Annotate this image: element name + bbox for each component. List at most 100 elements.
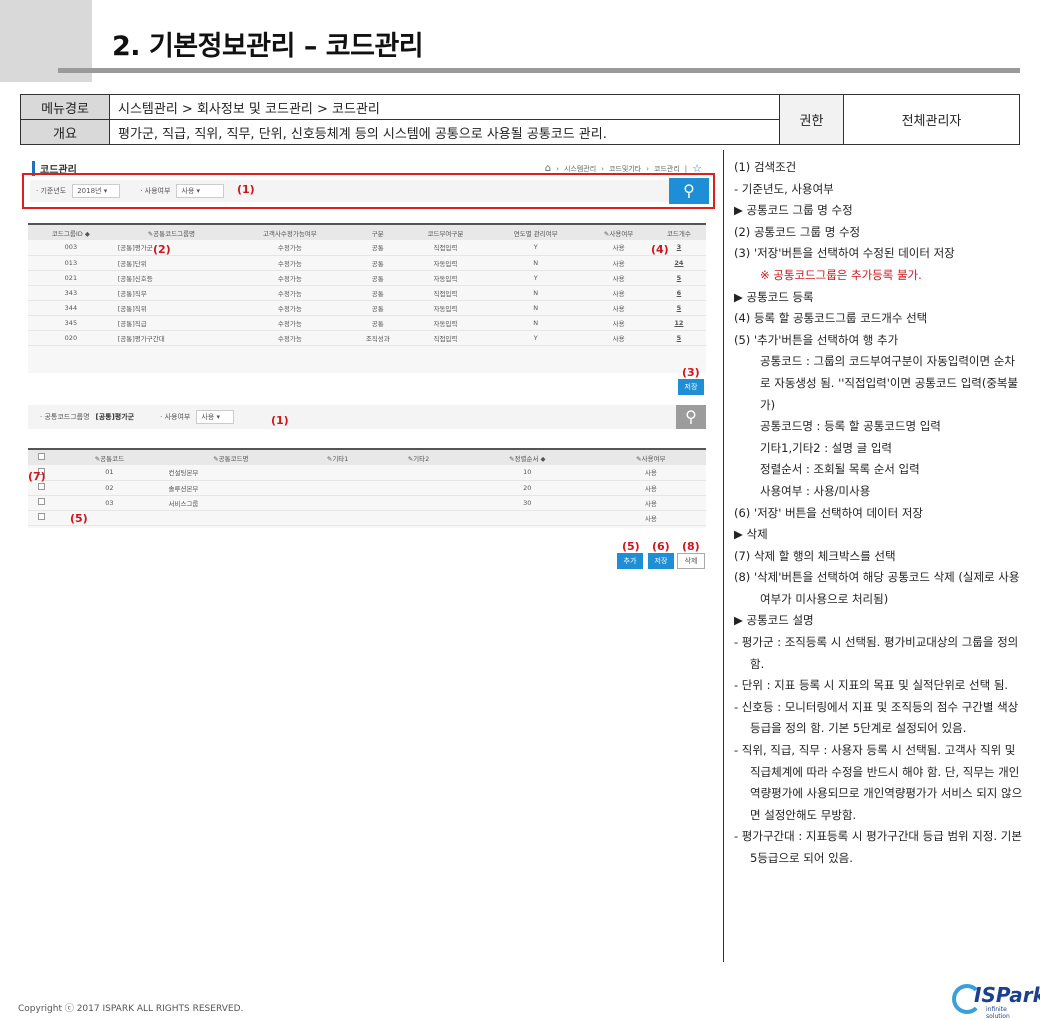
grid-header[interactable]: ✎공통코드그룹명: [113, 223, 229, 240]
divider-line: [723, 150, 724, 962]
table-cell: 사용: [585, 240, 652, 256]
table-row[interactable]: 013 [공통]단위 수정가능 공통 자동입력 N 사용 24: [28, 255, 706, 271]
table-cell: 컨설팅본부: [164, 465, 298, 481]
table-cell: 공통: [350, 315, 405, 331]
table-cell[interactable]: 5: [651, 330, 706, 346]
table-cell: N: [486, 300, 586, 316]
grid-header[interactable]: 코드그룹ID ◆: [28, 223, 114, 240]
note-line: (1) 검색조건: [734, 160, 797, 174]
table-cell: [공통]직무: [113, 285, 229, 301]
table-cell: [297, 495, 379, 511]
table-cell: 공통: [350, 300, 405, 316]
table-cell: 사용: [585, 315, 652, 331]
grid-header[interactable]: ✎정렬순서 ◆: [458, 448, 596, 465]
table-cell: [297, 465, 379, 481]
table-cell: [공통]평가군: [113, 240, 229, 256]
table-cell: 345: [28, 315, 114, 331]
table-cell: 직접입력: [404, 240, 487, 256]
grid-header[interactable]: 구분: [350, 223, 405, 240]
note-line: ▶ 공통코드 설명: [734, 613, 814, 628]
code-management-screenshot: 코드관리 ⌂ › 시스템관리 › 코드및기타 › 코드관리 | ☆ · 기준년도…: [20, 153, 718, 573]
table-cell[interactable]: 24: [651, 255, 706, 271]
row-checkbox[interactable]: [37, 483, 45, 490]
table-row[interactable]: 020 [공통]평가구간대 수정가능 조직성과 직접입력 Y 사용 5: [28, 330, 706, 346]
grid-header[interactable]: ✎기타2: [378, 448, 459, 465]
table-row[interactable]: 345 [공통]직급 수정가능 공통 자동입력 N 사용 12: [28, 315, 706, 331]
table-cell: 사용: [595, 495, 706, 511]
use-select[interactable]: 사용 ▾: [176, 184, 225, 198]
grid-header[interactable]: 코드부여구분: [404, 223, 487, 240]
table-cell: 수정가능: [228, 255, 351, 271]
callout-3: (3): [682, 366, 700, 379]
grid-header[interactable]: ✎기타1: [297, 448, 379, 465]
table-cell: [378, 480, 459, 496]
table-cell[interactable]: 5: [651, 300, 706, 316]
group-name-value: [공통]평가군: [95, 413, 135, 421]
search-bar: · 기준년도 2018년 ▾ · 사용여부 사용 ▾: [30, 180, 702, 202]
group-save-button[interactable]: 저장: [678, 379, 704, 395]
table-cell: 013: [28, 255, 114, 271]
copyright: Copyright ⓒ 2017 ISPARK ALL RIGHTS RESER…: [18, 1004, 244, 1014]
table-cell: [297, 480, 379, 496]
table-cell: Y: [486, 330, 586, 346]
note-line: (5) '추가'버튼을 선택하여 행 추가: [734, 332, 899, 347]
table-cell: 수정가능: [228, 285, 351, 301]
table-cell: [297, 510, 379, 526]
grid-header[interactable]: 연도별 관리여부: [486, 223, 586, 240]
code-search-button[interactable]: ⚲: [676, 405, 706, 429]
search-conditions-highlight: · 기준년도 2018년 ▾ · 사용여부 사용 ▾ ⚲: [22, 173, 715, 209]
note-line: - 기준년도, 사용여부: [734, 181, 834, 196]
code-save-button[interactable]: 저장: [648, 553, 674, 569]
year-select[interactable]: 2018년 ▾: [72, 184, 121, 198]
note-line: 공통코드명 : 등록 할 공통코드명 입력: [760, 419, 941, 434]
table-row[interactable]: 003 [공통]평가군 수정가능 공통 직접입력 Y 사용 3: [28, 240, 706, 256]
add-row-button[interactable]: 추가: [617, 553, 643, 569]
overview-value: 평가군, 직급, 직위, 직무, 단위, 신호등체계 등의 시스템에 공통으로 …: [109, 119, 780, 145]
delete-button[interactable]: 삭제: [677, 553, 705, 569]
grid-header[interactable]: ✎공통코드: [54, 448, 165, 465]
table-row[interactable]: 01 컨설팅본부 10 사용: [28, 465, 706, 481]
search-icon: ⚲: [683, 181, 695, 200]
grid-header[interactable]: ✎사용여부: [595, 448, 706, 465]
ispark-logo: ISPark infinite solution: [950, 982, 1040, 1020]
table-row[interactable]: 02 솔루션본부 20 사용: [28, 480, 706, 496]
search-button[interactable]: ⚲: [669, 178, 709, 204]
grid-header[interactable]: 코드개수: [651, 223, 706, 240]
note-line: - 신호등 : 모니터링에서 지표 및 조직등의 점수 구간별 색상등급을 정의…: [734, 699, 1019, 736]
row-checkbox[interactable]: [37, 513, 45, 520]
row-checkbox[interactable]: [37, 498, 45, 505]
use-select-2[interactable]: 사용 ▾: [196, 410, 235, 424]
note-line: 사용여부 : 사용/미사용: [760, 483, 871, 498]
table-row[interactable]: 03 서비스그룹 30 사용: [28, 495, 706, 511]
table-row[interactable]: 사용: [28, 510, 706, 526]
note-line: (6) '저장' 버튼을 선택하여 데이터 저장: [734, 505, 924, 520]
grid-header[interactable]: [28, 448, 55, 465]
table-row[interactable]: 343 [공통]직무 수정가능 공통 직접입력 N 사용 6: [28, 285, 706, 301]
table-cell: 수정가능: [228, 315, 351, 331]
overview-label: 개요: [20, 119, 110, 145]
grid-header[interactable]: ✎공통코드명: [164, 448, 298, 465]
table-cell: 솔루션본부: [164, 480, 298, 496]
table-row[interactable]: 344 [공통]직위 수정가능 공통 자동입력 N 사용 5: [28, 300, 706, 316]
callout-5a: (5): [70, 512, 88, 525]
table-cell: N: [486, 315, 586, 331]
select-all-checkbox[interactable]: [37, 453, 45, 460]
table-cell: 직접입력: [404, 330, 487, 346]
page-title: 2. 기본정보관리 – 코드관리: [112, 31, 424, 62]
table-cell: 10: [458, 465, 596, 481]
table-row[interactable]: 021 [공통]신호등 수정가능 공통 자동입력 Y 사용 5: [28, 270, 706, 286]
table-cell[interactable]: 6: [651, 285, 706, 301]
note-line: (8) '삭제'버튼을 선택하여 해당 공통코드 삭제 (실제로 사용여부가 미…: [734, 570, 1020, 606]
grid-header[interactable]: 고객사수정가능여부: [228, 223, 351, 240]
breadcrumb-item[interactable]: 시스템관리: [564, 164, 596, 174]
breadcrumb-item[interactable]: 코드및기타: [609, 164, 641, 174]
info-table: 메뉴경로 시스템관리 > 회사정보 및 코드관리 > 코드관리 권한 전체관리자…: [20, 94, 1020, 145]
note-line: 정렬순서 : 조회될 목록 순서 입력: [760, 462, 920, 477]
callout-8: (8): [682, 540, 700, 553]
table-cell: 20: [458, 480, 596, 496]
table-cell[interactable]: 12: [651, 315, 706, 331]
use-label: · 사용여부: [140, 187, 171, 195]
grid-header[interactable]: ✎사용여부: [585, 223, 652, 240]
table-cell[interactable]: 5: [651, 270, 706, 286]
permission-value: 전체관리자: [843, 94, 1020, 145]
